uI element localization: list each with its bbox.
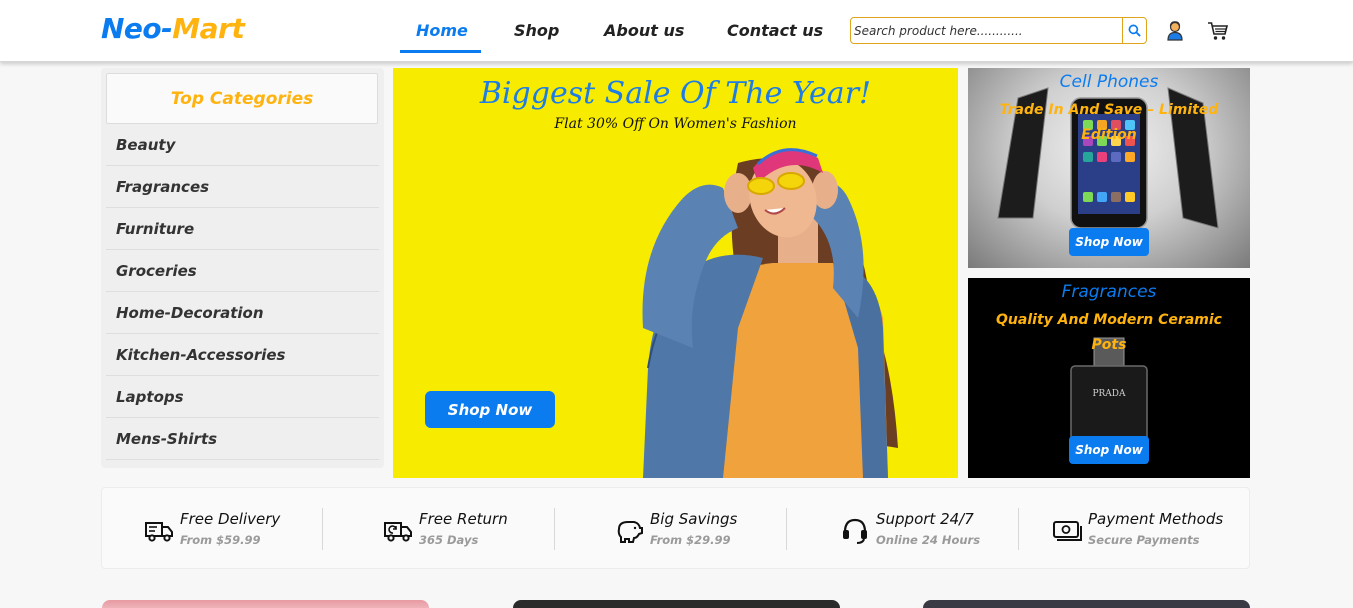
feature-subtitle: Secure Payments <box>1088 533 1200 547</box>
feature-title: Free Delivery <box>180 510 281 528</box>
brand-logo-part2: Mart <box>172 12 245 45</box>
search-input[interactable] <box>854 21 1122 40</box>
feature-subtitle: 365 Days <box>419 533 479 547</box>
hero-banner: Biggest Sale Of The Year! Flat 30% Off O… <box>393 68 958 478</box>
feature-title: Payment Methods <box>1088 510 1224 528</box>
product-card[interactable] <box>102 600 429 608</box>
truck-icon <box>145 522 173 542</box>
feature-divider <box>1018 508 1019 550</box>
feature-divider <box>554 508 555 550</box>
promo-phones-title: Cell Phones <box>1059 72 1159 92</box>
brand-logo-part1: Neo- <box>101 12 173 45</box>
hero-subtitle: Flat 30% Off On Women's Fashion <box>554 116 797 132</box>
categories-title: Top Categories <box>170 88 314 109</box>
feature-title: Big Savings <box>650 510 738 528</box>
features-bar: Free Delivery From $59.99 Free Return 36… <box>101 487 1250 569</box>
category-item-home-decoration[interactable]: Home-Decoration <box>106 292 379 334</box>
hero-shop-now-button[interactable]: Shop Now <box>425 391 555 428</box>
return-truck-icon <box>384 522 412 542</box>
search-button[interactable] <box>1122 18 1146 43</box>
nav-link-shop[interactable]: Shop <box>514 21 559 40</box>
search-icon <box>1128 24 1141 37</box>
active-nav-underline <box>400 50 481 53</box>
headset-icon <box>843 518 867 544</box>
feature-subtitle: From $29.99 <box>650 533 731 547</box>
category-item-fragrances[interactable]: Fragrances <box>106 166 379 208</box>
svg-text:PRADA: PRADA <box>1092 389 1126 399</box>
category-item-mens-shirts[interactable]: Mens-Shirts <box>106 418 379 460</box>
categories-header: Top Categories <box>106 73 378 124</box>
category-item-kitchen-accessories[interactable]: Kitchen-Accessories <box>106 334 379 376</box>
feature-subtitle: From $59.99 <box>180 533 261 547</box>
cash-icon <box>1053 521 1082 541</box>
product-card[interactable] <box>923 600 1250 608</box>
promo-card-fragrances[interactable]: PRADA Fragrances Quality And Modern Cera… <box>968 278 1250 478</box>
promo-phones-subtitle: Trade In And Save – Limited Edition <box>999 102 1219 143</box>
feature-divider <box>786 508 787 550</box>
promo-fragrances-shop-now-button[interactable]: Shop Now <box>1069 436 1149 464</box>
categories-sidebar: Top Categories Beauty Fragrances Furnitu… <box>101 68 384 468</box>
user-icon[interactable] <box>1164 20 1186 42</box>
feature-subtitle: Online 24 Hours <box>876 533 981 547</box>
product-card[interactable] <box>513 600 840 608</box>
feature-title: Support 24/7 <box>876 510 974 528</box>
category-item-laptops[interactable]: Laptops <box>106 376 379 418</box>
category-item-groceries[interactable]: Groceries <box>106 250 379 292</box>
promo-fragrances-title: Fragrances <box>1061 282 1157 302</box>
category-item-beauty[interactable]: Beauty <box>106 124 379 166</box>
navbar: Neo-Mart Home Shop About us Contact us <box>0 0 1353 62</box>
feature-divider <box>322 508 323 550</box>
cart-icon[interactable] <box>1207 20 1229 42</box>
nav-link-about[interactable]: About us <box>604 21 684 40</box>
feature-title: Free Return <box>419 510 508 528</box>
nav-link-contact[interactable]: Contact us <box>727 21 823 40</box>
promo-phones-shop-now-button[interactable]: Shop Now <box>1069 228 1149 256</box>
search-box <box>850 17 1147 44</box>
promo-fragrances-subtitle: Quality And Modern Ceramic Pots <box>996 312 1222 353</box>
brand-logo[interactable]: Neo-Mart <box>101 12 245 45</box>
promo-card-cell-phones[interactable]: Cell Phones Trade In And Save – Limited … <box>968 68 1250 268</box>
category-item-furniture[interactable]: Furniture <box>106 208 379 250</box>
piggy-bank-icon <box>617 521 643 543</box>
nav-link-home[interactable]: Home <box>416 21 468 40</box>
hero-title: Biggest Sale Of The Year! <box>479 76 872 111</box>
